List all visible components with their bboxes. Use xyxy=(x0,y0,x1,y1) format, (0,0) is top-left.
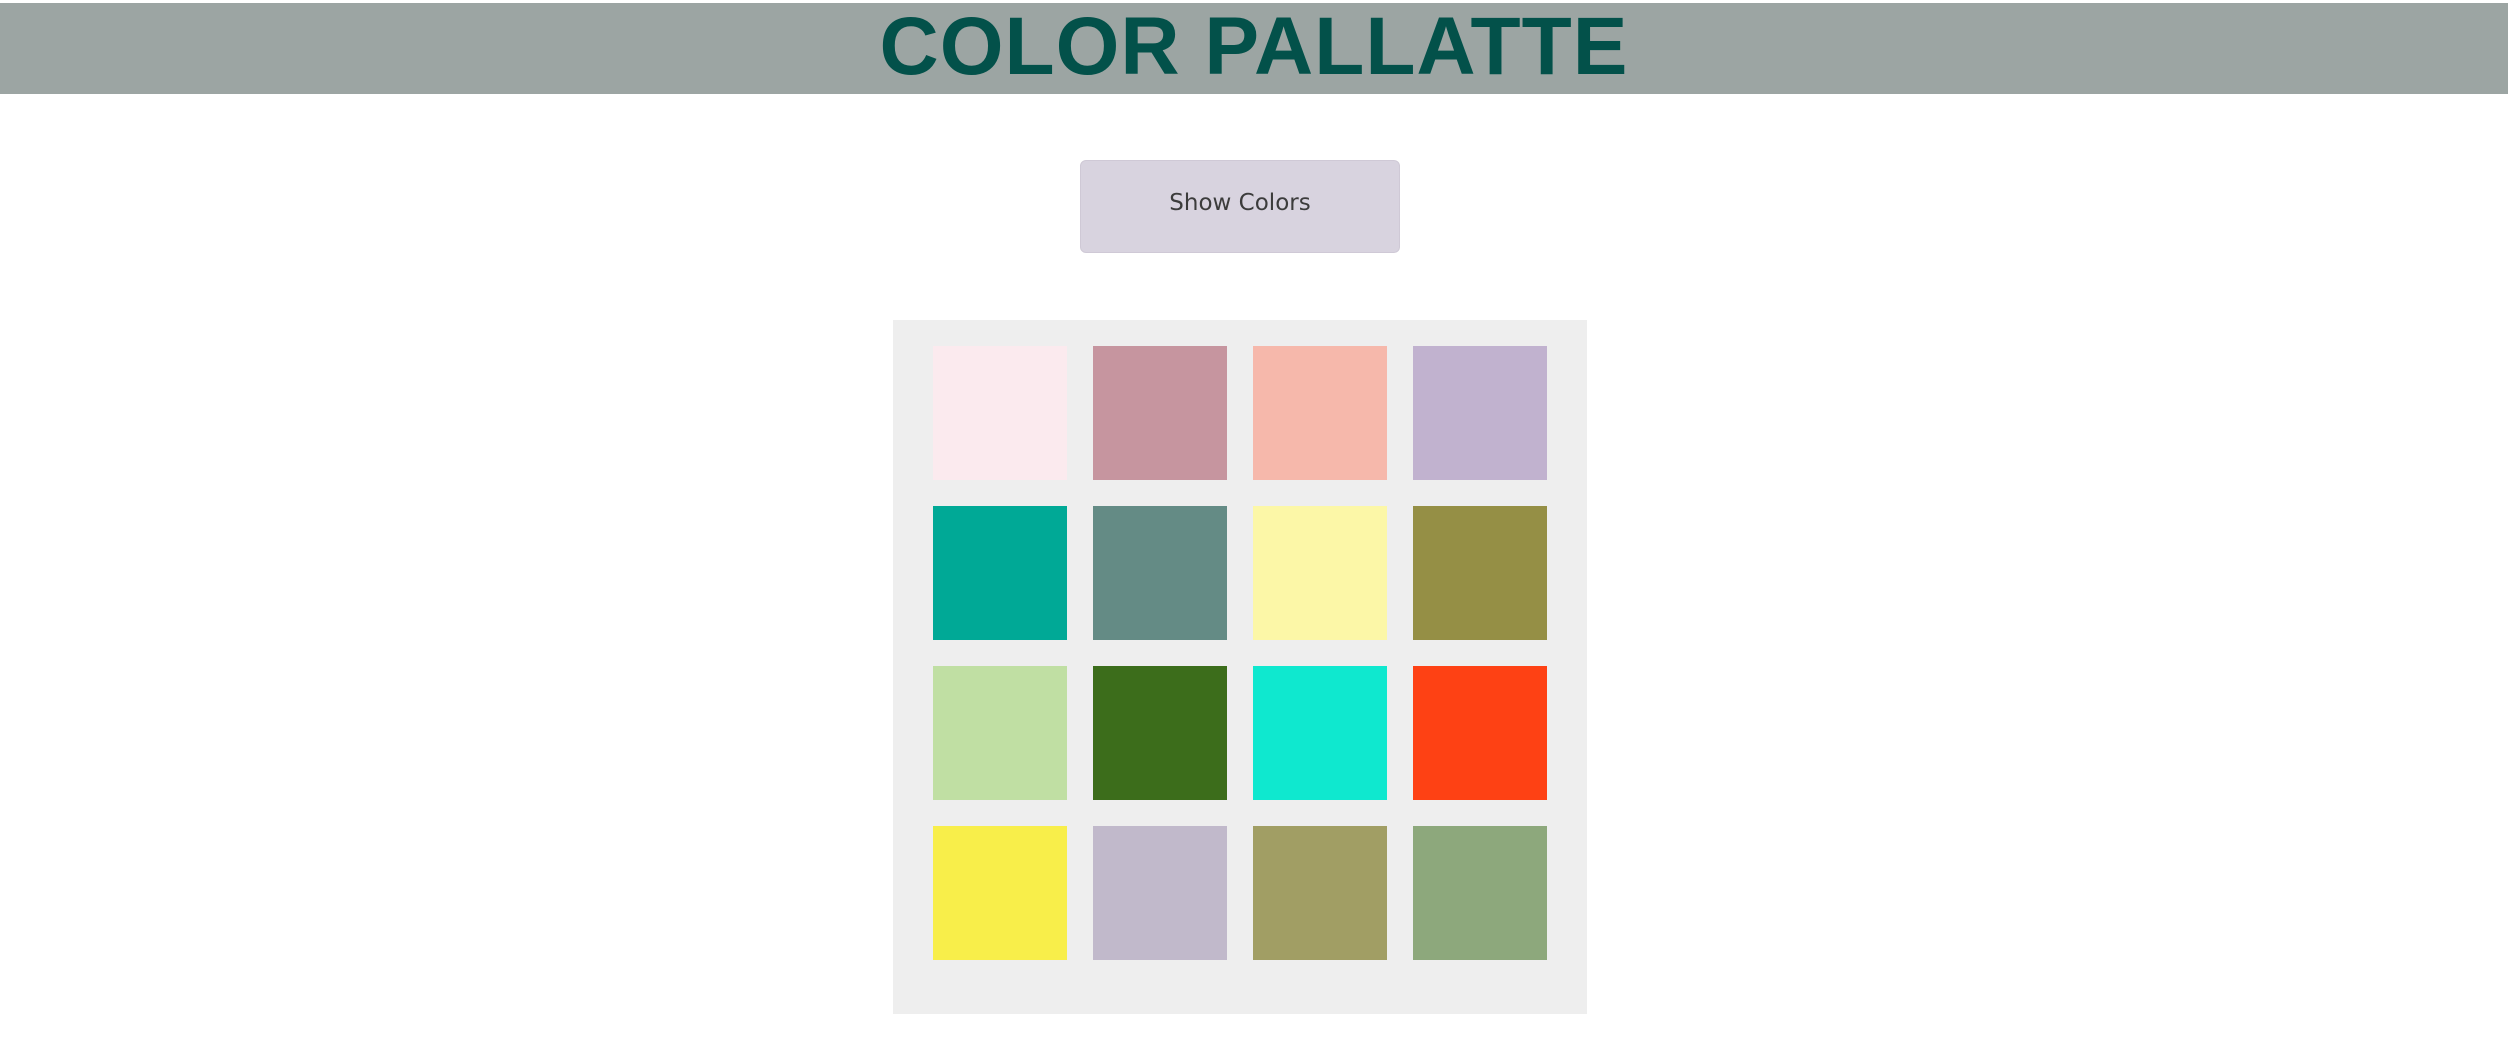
color-swatch-2[interactable] xyxy=(1093,346,1227,480)
color-swatch-16[interactable] xyxy=(1413,826,1547,960)
header-bar: COLOR PALLATTE xyxy=(0,3,2508,94)
color-swatch-6[interactable] xyxy=(1093,506,1227,640)
color-swatch-3[interactable] xyxy=(1253,346,1387,480)
color-swatch-15[interactable] xyxy=(1253,826,1387,960)
page-title: COLOR PALLATTE xyxy=(879,1,1629,92)
color-swatch-14[interactable] xyxy=(1093,826,1227,960)
color-palette-grid xyxy=(893,320,1587,1014)
color-swatch-7[interactable] xyxy=(1253,506,1387,640)
color-swatch-8[interactable] xyxy=(1413,506,1547,640)
color-swatch-1[interactable] xyxy=(933,346,1067,480)
color-swatch-4[interactable] xyxy=(1413,346,1547,480)
color-swatch-13[interactable] xyxy=(933,826,1067,960)
color-swatch-9[interactable] xyxy=(933,666,1067,800)
color-swatch-12[interactable] xyxy=(1413,666,1547,800)
color-swatch-5[interactable] xyxy=(933,506,1067,640)
color-swatch-11[interactable] xyxy=(1253,666,1387,800)
show-colors-button[interactable]: Show Colors xyxy=(1080,160,1400,253)
color-swatch-10[interactable] xyxy=(1093,666,1227,800)
